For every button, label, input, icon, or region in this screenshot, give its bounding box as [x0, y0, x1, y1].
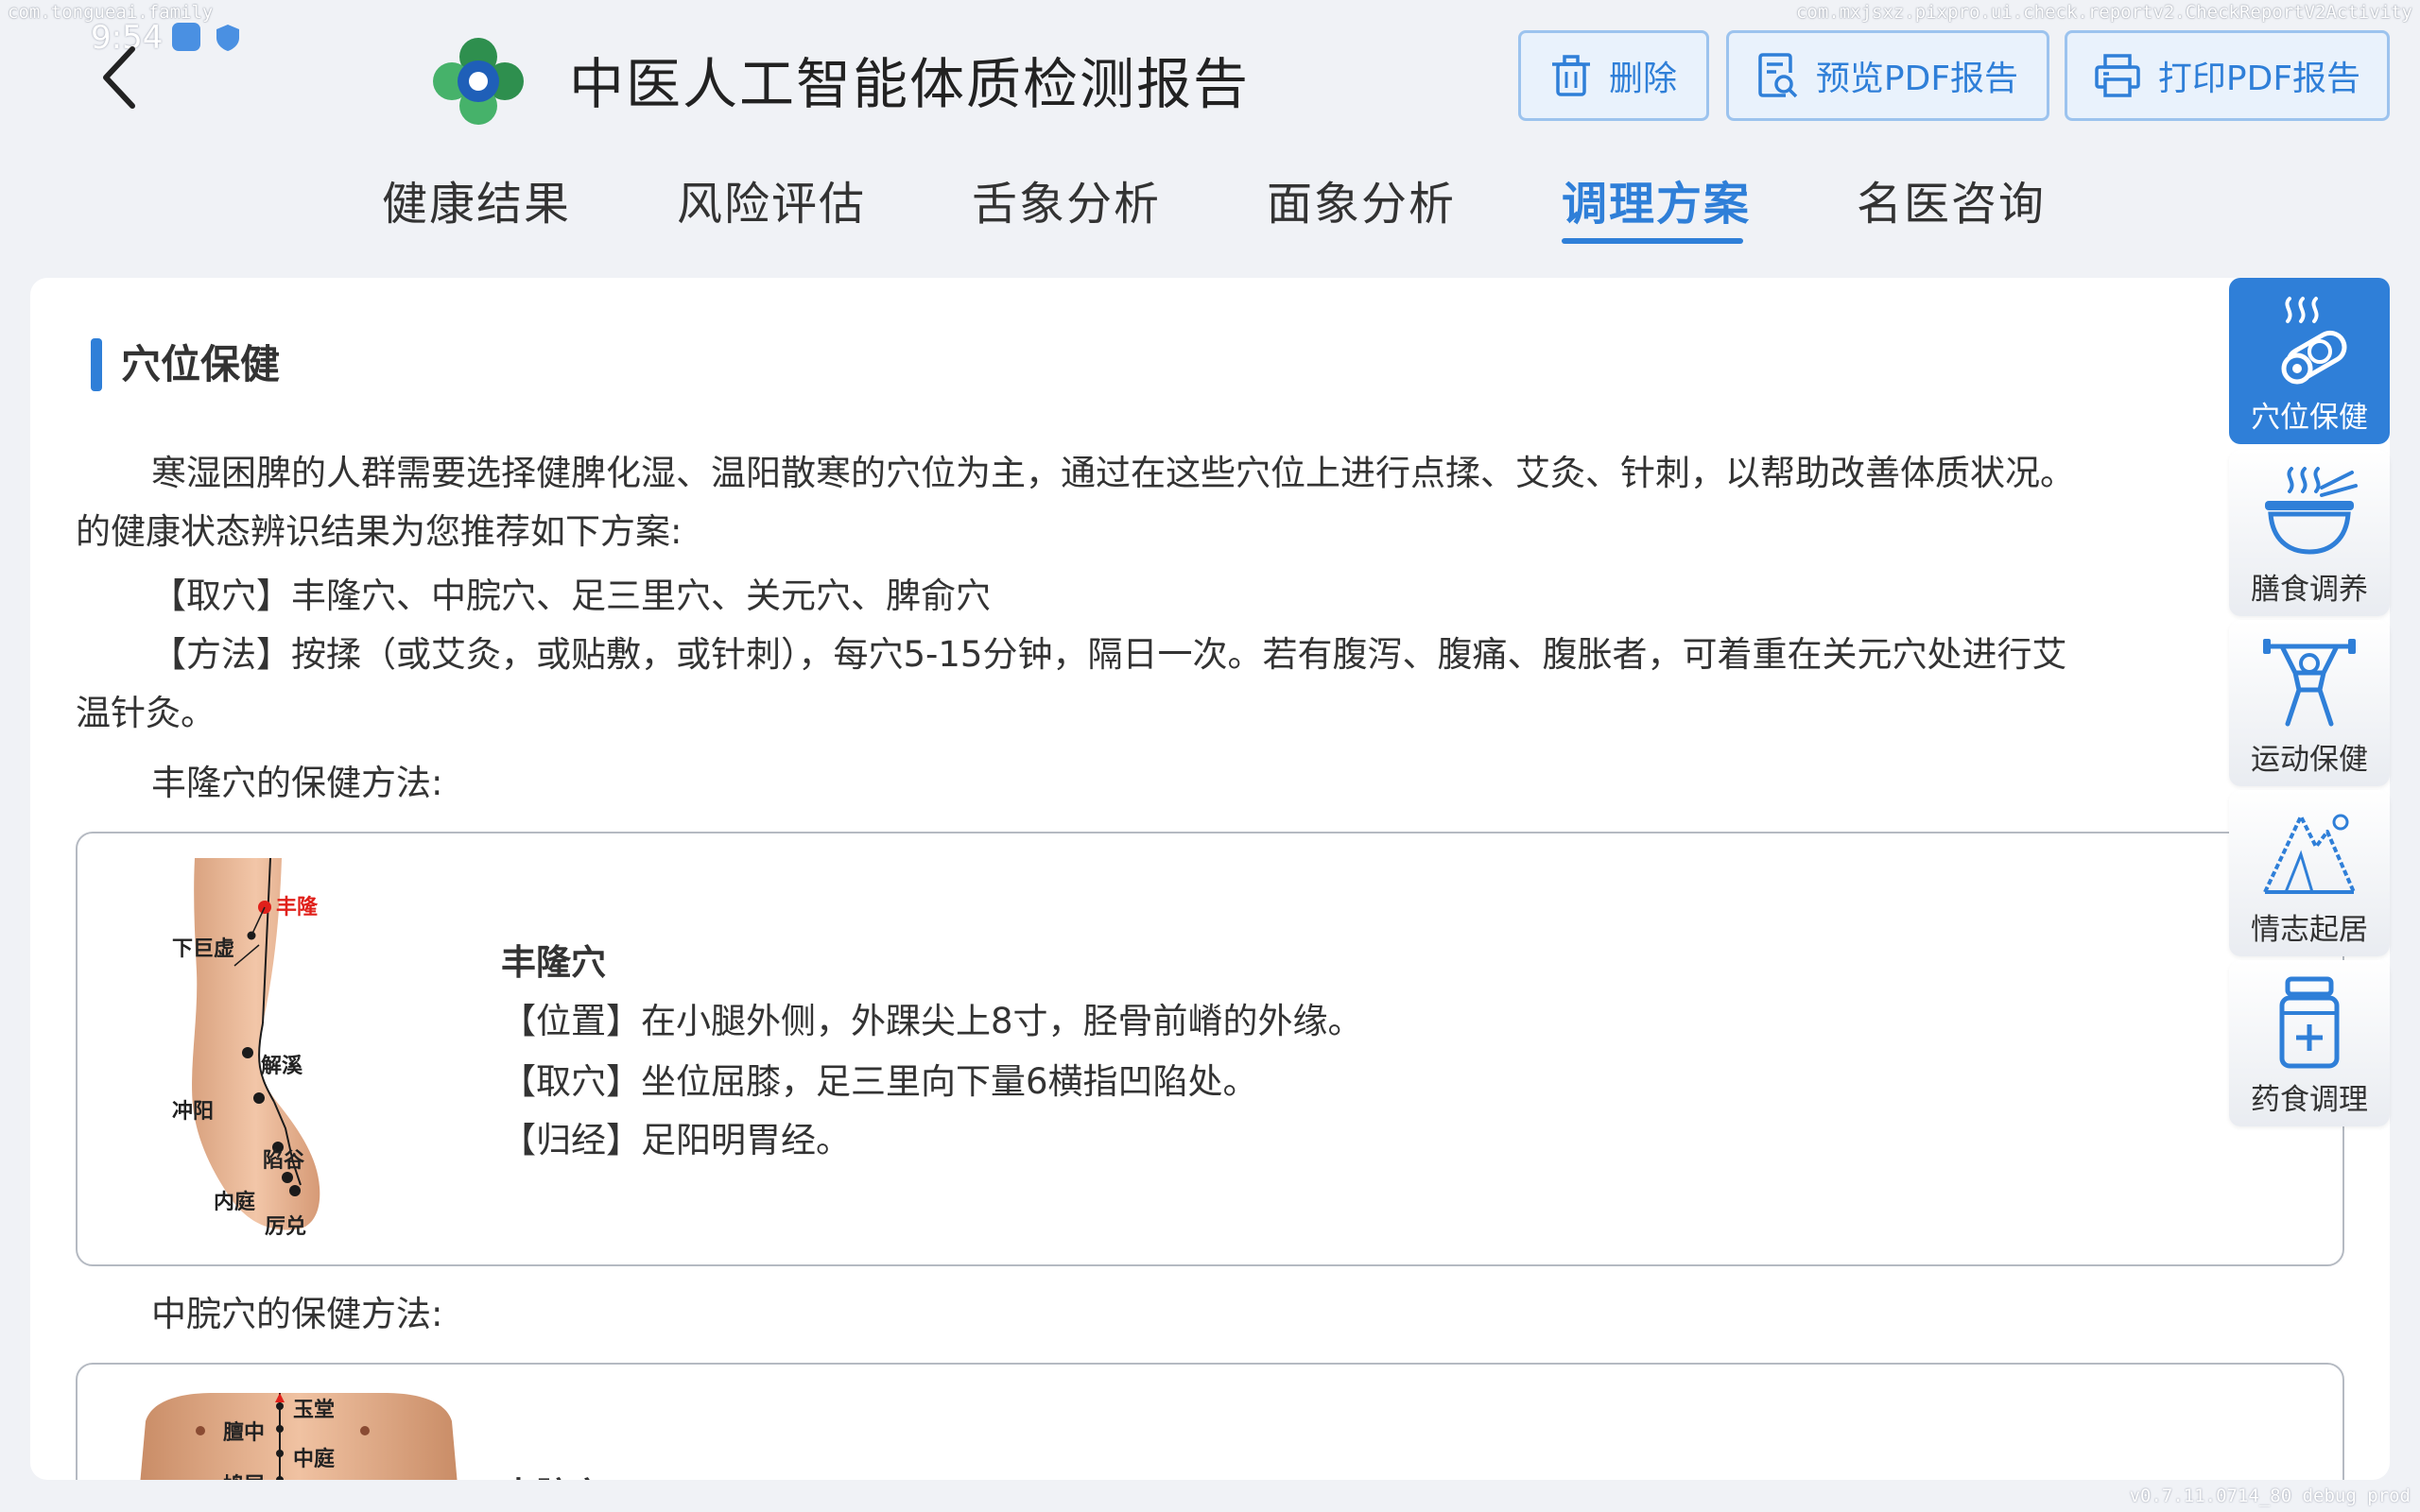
- label-fenglong: 丰隆: [276, 896, 319, 919]
- active-tab-indicator: [1562, 238, 1743, 244]
- mountain-icon: [2263, 814, 2356, 894]
- exercise-icon: [2263, 639, 2356, 727]
- tab-face-analysis[interactable]: 面象分析: [1267, 166, 1456, 232]
- label-neiting: 内庭: [214, 1191, 256, 1214]
- print-pdf-button[interactable]: 打印PDF报告: [2065, 30, 2390, 121]
- tab-tongue-analysis[interactable]: 舌象分析: [972, 166, 1161, 232]
- label-chongyang: 冲阳: [172, 1100, 215, 1124]
- rail-item-exercise[interactable]: 运动保健: [2229, 620, 2390, 786]
- rail-item-label: 运动保健: [2251, 743, 2368, 777]
- zhongwan-torso-illustration: 玉堂 膻中 中庭 鸠尾: [138, 1393, 459, 1480]
- delete-button-label: 删除: [1608, 60, 1677, 98]
- label-jiexi: 解溪: [261, 1055, 303, 1078]
- medicine-bottle-icon: [2279, 976, 2340, 1069]
- delete-button[interactable]: 删除: [1518, 30, 1709, 121]
- acupoint-meridian: 【归经】足阳明胃经。: [501, 1120, 851, 1160]
- document-search-icon: [1758, 53, 1798, 98]
- point-heading: 丰隆穴的保健方法:: [151, 763, 443, 803]
- print-pdf-label: 打印PDF报告: [2157, 60, 2361, 98]
- tab-risk-assessment[interactable]: 风险评估: [677, 166, 866, 232]
- intro-text-1: 寒湿困脾的人群需要选择健脾化湿、温阳散寒的穴位为主，通过在这些穴位上进行点揉、艾…: [151, 453, 2075, 493]
- point-heading: 中脘穴的保健方法:: [151, 1294, 443, 1334]
- rail-item-label: 药食调理: [2251, 1083, 2368, 1117]
- label-zhongting: 中庭: [293, 1448, 336, 1471]
- trash-icon: [1551, 55, 1590, 96]
- chevron-left-icon: [103, 46, 135, 109]
- page-title: 中医人工智能体质检测报告: [569, 52, 1251, 116]
- acupoint-name: 中脘穴: [501, 1467, 606, 1480]
- rail-item-diet[interactable]: 膳食调养: [2229, 450, 2390, 616]
- acupoints-line: 【取穴】丰隆穴、中脘穴、足三里穴、关元穴、脾俞穴: [151, 576, 991, 616]
- section-accent-bar: [91, 338, 102, 391]
- acupoint-name: 丰隆穴: [501, 942, 606, 983]
- rail-item-medicinal-food[interactable]: 药食调理: [2229, 960, 2390, 1126]
- upload-status-icon: [172, 23, 200, 51]
- preview-pdf-label: 预览PDF报告: [1815, 60, 2019, 98]
- tab-expert-consultation[interactable]: 名医咨询: [1857, 166, 2046, 232]
- section-title: 穴位保健: [121, 341, 281, 387]
- fenglong-leg-illustration: 丰隆 下巨虚 解溪 冲阳 陷谷 内庭 厉兑: [168, 857, 395, 1246]
- bowl-icon: [2265, 467, 2358, 555]
- build-version: v0.7.11.0714_80 debug prod: [2129, 1486, 2411, 1506]
- preview-pdf-button[interactable]: 预览PDF报告: [1726, 30, 2049, 121]
- printer-icon: [2095, 54, 2140, 97]
- intro-text-2: 的健康状态辨识结果为您推荐如下方案:: [76, 511, 683, 552]
- acupoint-icon: [2281, 297, 2347, 385]
- acupoint-card: 丰隆 下巨虚 解溪 冲阳 陷谷 内庭 厉兑 丰隆穴 【位置】在小腿外侧，外踝尖上…: [76, 832, 2344, 1266]
- method-line-1: 【方法】按揉（或艾灸，或贴敷，或针刺），每穴5-15分钟，隔日一次。若有腹泻、腹…: [151, 634, 2067, 675]
- acupoint-card: 玉堂 膻中 中庭 鸠尾 中脘穴: [76, 1363, 2344, 1480]
- tab-conditioning-plan[interactable]: 调理方案: [1562, 166, 1751, 232]
- label-lidui: 厉兑: [265, 1215, 307, 1239]
- rail-item-label: 膳食调养: [2251, 573, 2368, 607]
- label-yutang: 玉堂: [293, 1399, 336, 1422]
- acupoint-finding: 【取穴】坐位屈膝，足三里向下量6横指凹陷处。: [501, 1061, 1258, 1102]
- label-xiangu: 陷谷: [263, 1149, 305, 1173]
- method-line-2: 温针灸。: [76, 693, 216, 733]
- report-tabs: 健康结果 风险评估 舌象分析 面象分析 调理方案 名医咨询: [0, 166, 2420, 251]
- label-xiajuxu: 下巨虚: [172, 937, 235, 961]
- label-jiuwei: 鸠尾: [223, 1469, 265, 1480]
- acupoint-location: 【位置】在小腿外侧，外踝尖上8寸，胫骨前嵴的外缘。: [501, 1001, 1363, 1041]
- rail-item-mood[interactable]: 情志起居: [2229, 790, 2390, 956]
- back-button[interactable]: [91, 42, 151, 113]
- shield-status-icon: [214, 23, 242, 53]
- rail-item-label: 情志起居: [2251, 913, 2368, 947]
- package-name-right: com.mxjsxz.pixpro.ui.check.reportv2.Chec…: [1795, 2, 2412, 23]
- rail-item-acupoint[interactable]: 穴位保健: [2229, 278, 2390, 444]
- rail-item-label: 穴位保健: [2251, 401, 2368, 435]
- tab-health-result[interactable]: 健康结果: [382, 166, 571, 232]
- content-card: 穴位保健 寒湿困脾的人群需要选择健脾化湿、温阳散寒的穴位为主，通过在这些穴位上进…: [30, 278, 2390, 1480]
- label-danzhong: 膻中: [223, 1421, 266, 1445]
- app-logo: [431, 36, 526, 127]
